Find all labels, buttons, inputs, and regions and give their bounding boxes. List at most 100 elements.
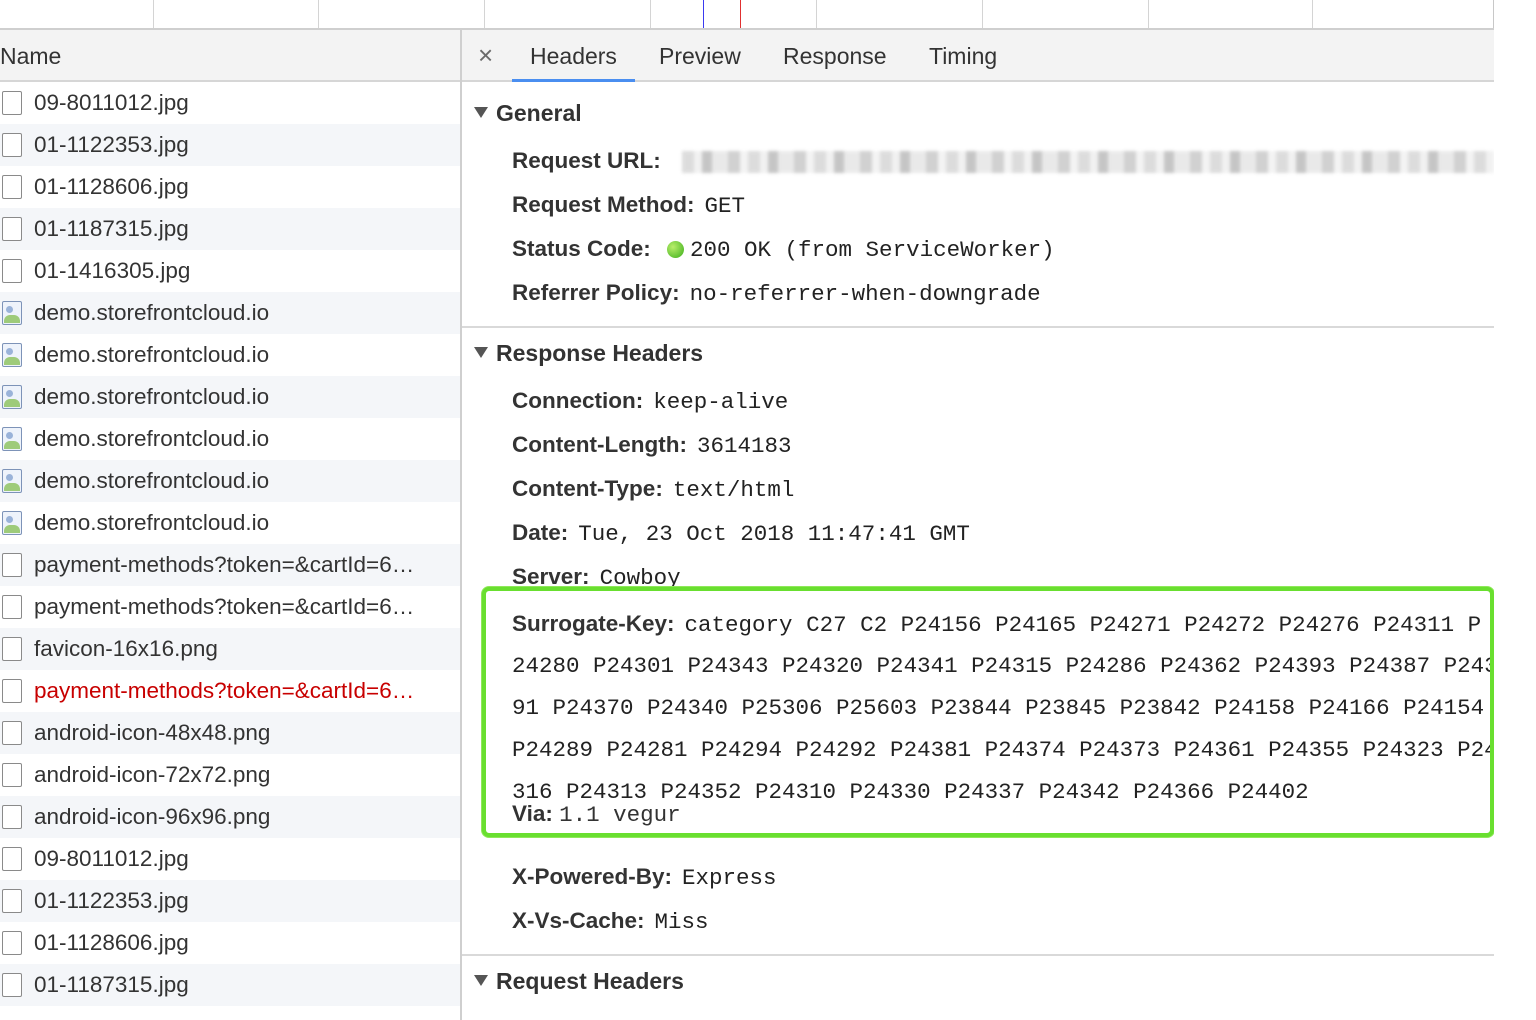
connection-value: keep-alive bbox=[653, 389, 789, 415]
request-row[interactable]: 01-1128606.jpg bbox=[0, 922, 460, 964]
file-icon bbox=[2, 175, 22, 199]
surrogate-key-value-line: 24280 P24301 P24343 P24320 P24341 P24315… bbox=[512, 653, 1494, 679]
content-type-row: Content-Type: text/html bbox=[512, 476, 794, 503]
request-name: payment-methods?token=&cartId=6… bbox=[34, 594, 415, 619]
section-divider bbox=[462, 954, 1494, 956]
request-row[interactable]: favicon-16x16.png bbox=[0, 628, 460, 670]
surrogate-key-highlight: Surrogate-Key: category C27 C2 P24156 P24… bbox=[482, 587, 1494, 837]
network-timeline[interactable] bbox=[0, 0, 1494, 30]
request-row[interactable]: demo.storefrontcloud.io bbox=[0, 418, 460, 460]
request-row[interactable]: 09-8011012.jpg bbox=[0, 82, 460, 124]
request-row[interactable]: payment-methods?token=&cartId=6… bbox=[0, 670, 460, 712]
request-details-pane: × Headers Preview Response Timing Genera… bbox=[462, 30, 1494, 1020]
request-row[interactable]: demo.storefrontcloud.io bbox=[0, 376, 460, 418]
request-row[interactable]: payment-methods?token=&cartId=6… bbox=[0, 544, 460, 586]
file-icon bbox=[2, 805, 22, 829]
tab-response[interactable]: Response bbox=[783, 30, 887, 80]
request-name: android-icon-96x96.png bbox=[34, 804, 271, 829]
file-icon bbox=[2, 679, 22, 703]
timeline-divider bbox=[1312, 0, 1313, 28]
request-list[interactable]: Name 09-8011012.jpg 01-1122353.jpg 01-1128… bbox=[0, 30, 462, 1020]
timeline-divider bbox=[982, 0, 983, 28]
request-row[interactable]: demo.storefrontcloud.io bbox=[0, 334, 460, 376]
request-row[interactable]: demo.storefrontcloud.io bbox=[0, 502, 460, 544]
surrogate-key-value-line: category C27 C2 P24156 P24165 P24271 P24… bbox=[684, 612, 1482, 638]
request-url-row: Request URL: bbox=[512, 148, 661, 174]
date-row: Date: Tue, 23 Oct 2018 11:47:41 GMT bbox=[512, 520, 970, 547]
request-name: 01-1122353.jpg bbox=[34, 132, 189, 157]
file-icon bbox=[2, 721, 22, 745]
via-value: 1.1 vegur bbox=[559, 802, 681, 828]
collapse-triangle-icon bbox=[474, 347, 488, 358]
request-name: favicon-16x16.png bbox=[34, 636, 218, 661]
content-length-row: Content-Length: 3614183 bbox=[512, 432, 791, 459]
x-powered-by-label: X-Powered-By: bbox=[512, 864, 673, 889]
surrogate-key-value-line: 91 P24370 P24340 P25306 P25603 P23844 P2… bbox=[512, 695, 1485, 721]
request-headers-section-toggle[interactable]: Request Headers bbox=[474, 968, 684, 995]
request-row[interactable]: 01-1187315.jpg bbox=[0, 208, 460, 250]
tab-preview[interactable]: Preview bbox=[659, 30, 741, 80]
request-rows: 09-8011012.jpg 01-1122353.jpg 01-1128606.j… bbox=[0, 82, 460, 1006]
request-headers-section-title: Request Headers bbox=[496, 968, 684, 994]
request-name: demo.storefrontcloud.io bbox=[34, 426, 270, 451]
load-event-marker bbox=[740, 0, 741, 28]
timeline-divider bbox=[1493, 0, 1494, 28]
collapse-triangle-icon bbox=[474, 975, 488, 986]
status-code-value: 200 OK (from ServiceWorker) bbox=[690, 237, 1055, 263]
referrer-policy-row: Referrer Policy: no-referrer-when-downgra… bbox=[512, 280, 1041, 307]
date-label: Date: bbox=[512, 520, 569, 545]
request-name: android-icon-72x72.png bbox=[34, 762, 271, 787]
request-row[interactable]: android-icon-48x48.png bbox=[0, 712, 460, 754]
content-type-value: text/html bbox=[672, 477, 795, 503]
request-row[interactable]: 01-1187315.jpg bbox=[0, 964, 460, 1006]
request-name: 01-1128606.jpg bbox=[34, 174, 189, 199]
request-row[interactable]: 01-1416305.jpg bbox=[0, 250, 460, 292]
response-headers-section-title: Response Headers bbox=[496, 340, 704, 366]
name-column-header[interactable]: Name bbox=[0, 30, 460, 82]
file-icon bbox=[2, 259, 22, 283]
request-row[interactable]: 01-1122353.jpg bbox=[0, 880, 460, 922]
file-icon bbox=[2, 217, 22, 241]
surrogate-key-value-line: P24289 P24281 P24294 P24292 P24381 P2437… bbox=[512, 737, 1494, 763]
request-row[interactable]: 01-1128606.jpg bbox=[0, 166, 460, 208]
request-row[interactable]: 01-1122353.jpg bbox=[0, 124, 460, 166]
general-section-title: General bbox=[496, 100, 582, 126]
request-name: demo.storefrontcloud.io bbox=[34, 342, 270, 367]
request-row[interactable]: demo.storefrontcloud.io bbox=[0, 460, 460, 502]
dom-content-loaded-marker bbox=[703, 0, 704, 28]
timeline-divider bbox=[816, 0, 817, 28]
via-row: Via: 1.1 vegur bbox=[512, 801, 681, 828]
request-url-label: Request URL: bbox=[512, 148, 661, 173]
x-powered-by-row: X-Powered-By: Express bbox=[512, 864, 777, 891]
image-icon bbox=[2, 343, 22, 367]
request-row[interactable]: demo.storefrontcloud.io bbox=[0, 292, 460, 334]
timeline-divider bbox=[153, 0, 154, 28]
via-label: Via: bbox=[512, 801, 553, 826]
request-name: 01-1128606.jpg bbox=[34, 930, 189, 955]
image-icon bbox=[2, 301, 22, 325]
request-row[interactable]: android-icon-96x96.png bbox=[0, 796, 460, 838]
response-headers-section-toggle[interactable]: Response Headers bbox=[474, 340, 703, 367]
request-name: android-icon-48x48.png bbox=[34, 720, 271, 745]
close-icon[interactable]: × bbox=[478, 40, 493, 70]
timeline-divider bbox=[1148, 0, 1149, 28]
request-name: 01-1416305.jpg bbox=[34, 258, 191, 283]
content-length-value: 3614183 bbox=[696, 433, 792, 459]
request-row[interactable]: payment-methods?token=&cartId=6… bbox=[0, 586, 460, 628]
tab-timing[interactable]: Timing bbox=[929, 30, 997, 80]
connection-label: Connection: bbox=[512, 388, 644, 413]
file-icon bbox=[2, 763, 22, 787]
request-row[interactable]: android-icon-72x72.png bbox=[0, 754, 460, 796]
request-name: demo.storefrontcloud.io bbox=[34, 300, 270, 325]
file-icon bbox=[2, 595, 22, 619]
tab-headers[interactable]: Headers bbox=[512, 30, 635, 82]
collapse-triangle-icon bbox=[474, 107, 488, 118]
content-type-label: Content-Type: bbox=[512, 476, 663, 501]
request-row[interactable]: 09-8011012.jpg bbox=[0, 838, 460, 880]
general-section-toggle[interactable]: General bbox=[474, 100, 582, 127]
request-name: payment-methods?token=&cartId=6… bbox=[34, 678, 415, 703]
server-label: Server: bbox=[512, 564, 590, 589]
request-method-value: GET bbox=[704, 193, 746, 219]
redacted-request-url bbox=[682, 151, 1494, 173]
details-tab-bar: × Headers Preview Response Timing bbox=[462, 30, 1494, 82]
